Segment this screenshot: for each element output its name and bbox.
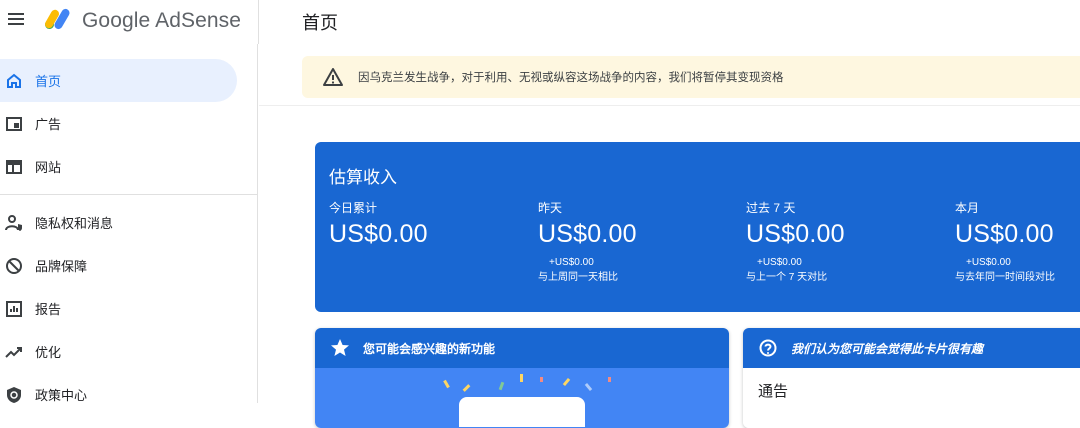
card-header: 我们认为您可能会觉得此卡片很有趣: [743, 328, 1080, 368]
sidebar: 首页 广告 网站 隐私权和消息 品牌保障 报告 优化 政策中心: [0, 44, 258, 403]
sidebar-item-label: 隐私权和消息: [35, 216, 114, 231]
earnings-label: 昨天: [538, 201, 563, 215]
warning-text: 因乌克兰发生战争，对于利用、无视或纵容这场战争的内容，我们将暂停其变现资格: [358, 72, 784, 84]
report-icon: [2, 297, 26, 321]
confetti: [540, 377, 543, 382]
earnings-today: 今日累计 US$0.00: [329, 199, 529, 249]
home-icon: [2, 69, 26, 93]
earnings-label: 今日累计: [329, 201, 378, 215]
sidebar-item-home[interactable]: 首页: [0, 59, 237, 102]
earnings-value: US$0.00: [955, 220, 1054, 248]
privacy-icon: [2, 211, 26, 235]
earnings-label: 过去 7 天: [746, 201, 796, 215]
earnings-title: 估算收入: [329, 168, 397, 187]
earnings-compare: 与上周同一天相比: [538, 272, 618, 283]
page-title: 首页: [302, 13, 338, 33]
earnings-last-7-days: 过去 7 天 US$0.00 +US$0.00 与上一个 7 天对比: [746, 199, 946, 283]
earnings-label: 本月: [955, 201, 980, 215]
sidebar-divider: [0, 194, 258, 195]
earnings-this-month: 本月 US$0.00 +US$0.00 与去年同一时间段对比: [955, 199, 1080, 283]
sidebar-item-policy-center[interactable]: 政策中心: [0, 373, 237, 416]
sidebar-item-label: 优化: [35, 345, 62, 360]
top-bar: Google AdSense 首页: [0, 0, 1080, 44]
confetti: [562, 377, 571, 387]
earnings-value: US$0.00: [329, 220, 428, 248]
divider: [258, 0, 259, 44]
earnings-compare: 与去年同一时间段对比: [955, 272, 1055, 283]
illustration-panel: [459, 397, 585, 427]
new-features-card[interactable]: 您可能会感兴趣的新功能: [315, 328, 729, 428]
sidebar-item-privacy[interactable]: 隐私权和消息: [0, 201, 237, 244]
sidebar-item-brand-safety[interactable]: 品牌保障: [0, 244, 237, 287]
menu-icon[interactable]: [6, 10, 26, 30]
divider: [259, 105, 1080, 106]
earnings-value: US$0.00: [538, 220, 637, 248]
estimated-earnings-card[interactable]: 估算收入 今日累计 US$0.00 昨天 US$0.00 +US$0.00 与上…: [315, 142, 1080, 312]
star-icon: [329, 337, 351, 359]
card-body: 通告: [743, 368, 1080, 428]
sidebar-item-label: 首页: [35, 74, 62, 89]
confetti: [443, 379, 450, 389]
card-body-text: 通告: [758, 383, 789, 400]
lightbulb-icon: [757, 337, 779, 359]
earnings-compare: 与上一个 7 天对比: [746, 272, 828, 283]
confetti: [584, 382, 593, 392]
brand-name[interactable]: Google AdSense: [82, 9, 241, 33]
sidebar-item-reports[interactable]: 报告: [0, 287, 237, 330]
main-content: 因乌克兰发生战争，对于利用、无视或纵容这场战争的内容，我们将暂停其变现资格 估算…: [259, 44, 1080, 428]
card-title: 您可能会感兴趣的新功能: [363, 341, 496, 356]
trending-icon: [2, 340, 26, 364]
suggestion-card[interactable]: 我们认为您可能会觉得此卡片很有趣 通告: [743, 328, 1080, 428]
sidebar-item-label: 网站: [35, 160, 62, 175]
card-header: 您可能会感兴趣的新功能: [315, 328, 729, 368]
sidebar-item-ads[interactable]: 广告: [0, 102, 237, 145]
sites-icon: [2, 155, 26, 179]
confetti: [498, 381, 505, 391]
warning-banner: 因乌克兰发生战争，对于利用、无视或纵容这场战争的内容，我们将暂停其变现资格: [302, 56, 1080, 98]
confetti: [462, 384, 471, 392]
sidebar-item-label: 广告: [35, 117, 62, 132]
sidebar-item-label: 政策中心: [35, 388, 88, 403]
confetti: [520, 374, 523, 382]
warning-icon: [323, 68, 343, 86]
card-illustration: [315, 368, 729, 428]
confetti: [608, 377, 611, 382]
earnings-diff: +US$0.00: [757, 257, 802, 268]
sidebar-item-label: 品牌保障: [35, 259, 88, 274]
card-title: 我们认为您可能会觉得此卡片很有趣: [791, 341, 984, 356]
sidebar-item-sites[interactable]: 网站: [0, 145, 237, 188]
earnings-diff: +US$0.00: [549, 257, 594, 268]
earnings-yesterday: 昨天 US$0.00 +US$0.00 与上周同一天相比: [538, 199, 738, 283]
earnings-value: US$0.00: [746, 220, 845, 248]
sidebar-item-label: 报告: [35, 302, 62, 317]
block-icon: [2, 254, 26, 278]
sidebar-item-optimization[interactable]: 优化: [0, 330, 237, 373]
earnings-diff: +US$0.00: [966, 257, 1011, 268]
adsense-logo-icon[interactable]: [42, 5, 72, 33]
ads-icon: [2, 112, 26, 136]
